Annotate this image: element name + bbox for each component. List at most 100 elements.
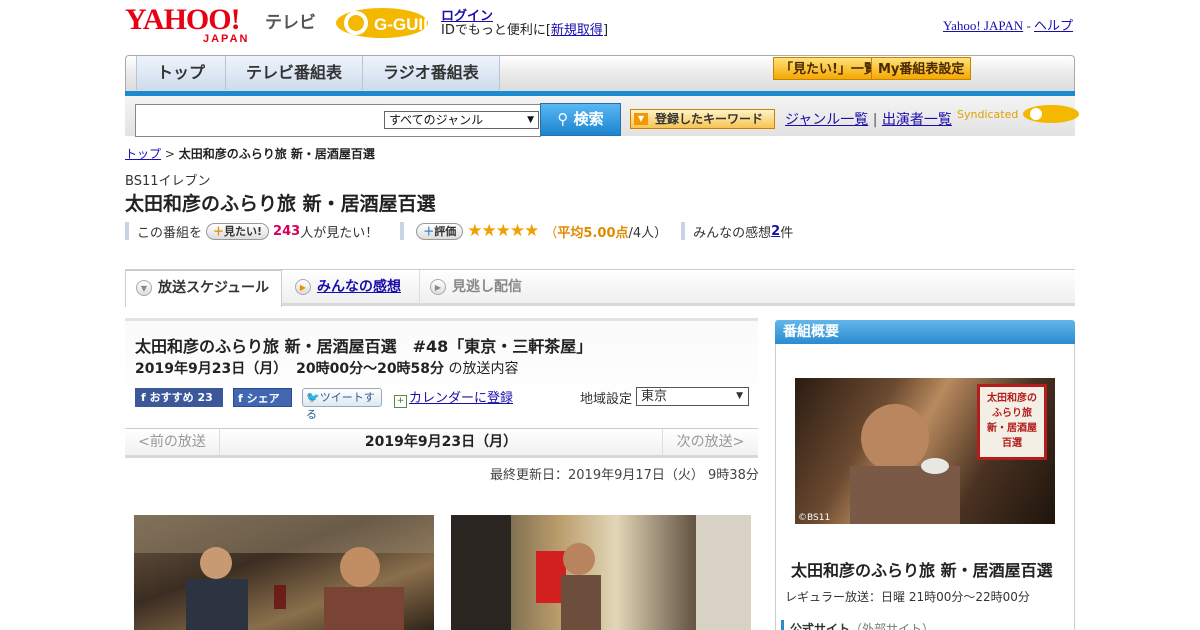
program-stats: この番組を ＋見たい! 243 人が見たい！ ＋評価 ★★★★★ （平均5.00…: [125, 220, 793, 242]
search-icon: ⚲: [557, 110, 569, 128]
rating-average: 平均5.00点: [557, 225, 629, 241]
program-logo-seal: 太田和彦のふらり旅 新・居酒屋百選: [977, 384, 1047, 460]
login-sub-prefix: IDでもっと便利に[: [441, 23, 551, 38]
comments-count-link[interactable]: 2: [771, 224, 780, 239]
episode-photo: [451, 515, 751, 630]
search-button-label: 検索: [573, 110, 604, 128]
help-link[interactable]: ヘルプ: [1034, 18, 1073, 33]
facebook-recommend-button[interactable]: f おすすめ 23: [135, 388, 223, 407]
comments-prefix: みんなの感想: [693, 225, 772, 241]
tab-schedule[interactable]: ▼ 放送スケジュール: [125, 270, 282, 307]
main-nav: トップ テレビ番組表 ラジオ番組表 「見たい!」一覧 My番組表設定: [125, 55, 1075, 92]
yahoo-japan-text: JAPAN: [203, 33, 250, 45]
facebook-share-button[interactable]: f シェア: [233, 388, 292, 407]
mitai-list-button[interactable]: 「見たい!」一覧: [773, 57, 884, 80]
sidebar-program-title: 太田和彦のふらり旅 新・居酒屋百選: [791, 561, 1053, 580]
gguide-small-logo: [1022, 104, 1080, 124]
episode-photo: [134, 515, 434, 630]
tab-streaming-label: 見逃し配信: [452, 279, 522, 295]
episode-date: 2019年9月23日（月）: [135, 361, 288, 377]
program-tabs: ▼ 放送スケジュール ▶ みんなの感想 ▶ 見逃し配信: [125, 269, 1075, 307]
channel-name: BS11イレブン: [125, 174, 211, 189]
tab-reviews-label: みんなの感想: [317, 279, 401, 295]
episode-title: 太田和彦のふらり旅 新・居酒屋百選 #48「東京・三軒茶屋」: [135, 337, 593, 356]
link-separator: -: [1023, 18, 1035, 33]
breadcrumb-current: 太田和彦のふらり旅 新・居酒屋百選: [178, 147, 375, 161]
performer-list-link[interactable]: 出演者一覧: [882, 112, 952, 128]
chevron-down-icon: ▼: [527, 115, 534, 125]
tab-schedule-label: 放送スケジュール: [158, 280, 270, 296]
page-title: 太田和彦のふらり旅 新・居酒屋百選: [125, 193, 436, 215]
yahoo-logo-text: YAHOO!: [125, 3, 241, 36]
nav-tab-top[interactable]: トップ: [136, 56, 227, 90]
stat-divider: [681, 222, 686, 240]
official-site: 公式サイト（外部サイト）: [781, 620, 934, 630]
episode-hours: 20時00分～20時58分: [296, 361, 445, 377]
comments-suffix: 件: [780, 225, 794, 241]
facebook-share-label: シェア: [246, 392, 280, 405]
chevron-down-icon: ▼: [136, 280, 152, 296]
regular-broadcast: レギュラー放送：日曜 21時00分～22時00分: [785, 590, 1030, 604]
genre-list-link[interactable]: ジャンル一覧: [785, 112, 868, 128]
mitai-button[interactable]: ＋見たい!: [206, 222, 270, 240]
syndicated-gguide: Syndicated: [957, 104, 1080, 124]
genre-select-value: すべてのジャンル: [389, 113, 484, 127]
rate-button[interactable]: ＋評価: [416, 222, 464, 240]
registered-keywords-button[interactable]: ▼ 登録したキーワード: [630, 109, 775, 129]
region-label: 地域設定: [580, 392, 633, 407]
my-schedule-settings-button[interactable]: My番組表設定: [871, 57, 972, 80]
plus-icon: ＋: [423, 224, 435, 238]
registered-keywords-label: 登録したキーワード: [655, 112, 764, 126]
next-broadcast-link[interactable]: 次の放送>: [662, 429, 758, 456]
add-to-calendar-link[interactable]: + カレンダーに登録: [394, 387, 513, 408]
stat-divider: [400, 222, 405, 240]
breadcrumb: トップ > 太田和彦のふらり旅 新・居酒屋百選: [125, 145, 375, 162]
genre-select[interactable]: すべてのジャンル ▼: [384, 111, 539, 129]
region-select-value: 東京: [641, 389, 668, 404]
dropdown-arrow-icon: ▼: [634, 113, 648, 125]
rating-open: （: [544, 225, 558, 241]
search-links: ジャンル一覧 | 出演者一覧: [785, 109, 952, 129]
tab-reviews[interactable]: ▶ みんなの感想: [285, 270, 415, 305]
program-summary-header: 番組概要: [775, 320, 1075, 344]
rating-stars: ★★★★★: [467, 221, 539, 241]
broadcast-date-nav: <前の放送 2019年9月23日（月） 次の放送>: [125, 428, 758, 458]
plus-icon: ＋: [213, 224, 225, 238]
mitai-prefix: この番組を: [137, 225, 203, 241]
facebook-icon: f: [238, 392, 243, 405]
signup-link[interactable]: 新規取得: [551, 23, 603, 38]
nav-tab-radio-schedule[interactable]: ラジオ番組表: [363, 56, 500, 90]
yahoo-logo[interactable]: YAHOO! JAPAN: [125, 3, 250, 45]
mitai-count: 243: [273, 223, 301, 239]
stat-divider: [125, 222, 129, 240]
yahoo-japan-link[interactable]: Yahoo! JAPAN: [943, 18, 1023, 33]
official-site-note: （外部サイト）: [850, 622, 935, 630]
nav-tab-tv-schedule[interactable]: テレビ番組表: [226, 56, 364, 90]
play-arrow-icon: ▶: [430, 279, 446, 295]
search-button[interactable]: ⚲ 検索: [540, 103, 621, 136]
tv-label[interactable]: テレビ: [265, 8, 316, 33]
breadcrumb-top-link[interactable]: トップ: [125, 147, 161, 161]
official-site-label: 公式サイト: [790, 622, 851, 630]
tab-streaming[interactable]: ▶ 見逃し配信: [419, 270, 539, 305]
episode-time-suffix: の放送内容: [448, 361, 519, 377]
program-main-photo: 太田和彦のふらり旅 新・居酒屋百選 ©BS11: [795, 378, 1055, 524]
photo-credit: ©BS11: [798, 513, 831, 523]
social-buttons: f おすすめ 23 f シェア 🐦ツイートする + カレンダーに登録: [135, 387, 513, 421]
mitai-button-label: 見たい!: [224, 224, 263, 238]
gguide-logo[interactable]: G-GUIDE: [334, 6, 447, 40]
prev-broadcast-link[interactable]: <前の放送: [125, 429, 220, 456]
syndicated-label: Syndicated: [957, 108, 1019, 121]
tweet-button[interactable]: 🐦ツイートする: [302, 388, 382, 421]
twitter-bird-icon: 🐦: [306, 391, 320, 404]
gguide-text: G-GUIDE: [374, 15, 430, 34]
chevron-down-icon: ▼: [736, 391, 743, 401]
facebook-recommend-label: おすすめ 23: [149, 391, 213, 404]
facebook-icon: f: [141, 391, 146, 404]
current-broadcast-date: 2019年9月23日（月）: [364, 434, 518, 450]
region-select[interactable]: 東京 ▼: [636, 387, 749, 406]
login-sub: IDでもっと便利に[新規取得]: [441, 19, 608, 38]
rate-button-label: 評価: [434, 224, 457, 238]
episode-time: 2019年9月23日（月） 20時00分～20時58分 の放送内容: [135, 358, 519, 378]
rating-count: /4人）: [628, 225, 668, 241]
